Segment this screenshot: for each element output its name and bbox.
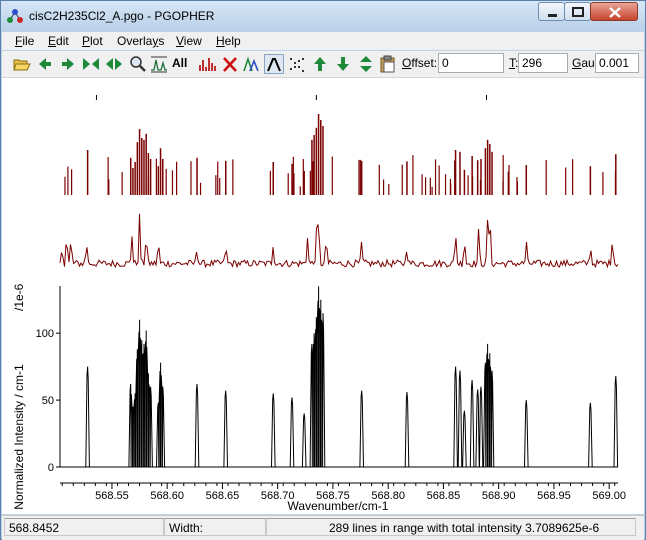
cursor-position-readout: 568.8452 xyxy=(4,518,164,536)
x-axis-label: Wavenumber/cm-1 xyxy=(288,499,389,513)
autoscale-icon xyxy=(151,56,167,73)
x-tick-label: 568.90 xyxy=(482,490,516,502)
clipboard-icon xyxy=(380,55,395,73)
y-tick-label: 100 xyxy=(36,328,54,340)
move-down-button[interactable] xyxy=(333,54,353,74)
folder-open-icon xyxy=(13,59,31,71)
dotted-scatter-icon xyxy=(290,58,304,72)
temperature-label: T: xyxy=(509,56,519,70)
spectrum-plot[interactable]: 050100568.55 568.60 568.65 568.70 568.75 568.… xyxy=(2,78,644,514)
arrow-down-icon xyxy=(337,57,349,71)
zoom-out-horizontal-button[interactable] xyxy=(104,54,124,74)
move-up-button[interactable] xyxy=(310,54,330,74)
y-axis-label: Normalized Intensity / cm-1 xyxy=(12,364,26,510)
x-tick-label: 568.55 xyxy=(95,490,129,502)
menu-file[interactable]: File xyxy=(15,34,34,48)
minimize-button[interactable] xyxy=(538,2,565,21)
temperature-field[interactable] xyxy=(518,53,568,73)
x-tick-label: 568.65 xyxy=(206,490,240,502)
minimize-icon xyxy=(548,14,557,17)
multi-profile-button[interactable] xyxy=(242,54,262,74)
experimental-trace xyxy=(59,213,619,269)
close-icon xyxy=(609,7,621,18)
arrow-right-icon xyxy=(62,58,74,70)
maximize-button[interactable] xyxy=(564,2,591,21)
arrows-outward-icon xyxy=(106,58,122,70)
shift-left-button[interactable] xyxy=(35,54,55,74)
main-trace xyxy=(60,286,619,468)
axes: 050100568.55 568.60 568.65 568.70 568.75 568.… xyxy=(36,286,626,502)
y-multiplier-label: /1e-6 xyxy=(12,283,26,311)
marker-group xyxy=(95,95,488,100)
simulated-stick-spectrum xyxy=(64,114,617,195)
stick-spectrum-icon xyxy=(199,58,216,71)
arrow-left-icon xyxy=(39,58,51,70)
window-title: cisC2H235Cl2_A.pgo - PGOPHER xyxy=(29,9,215,23)
shift-right-button[interactable] xyxy=(58,54,78,74)
paste-button[interactable] xyxy=(378,54,398,74)
experimental-spectrum xyxy=(59,213,619,269)
gaussian-width-field[interactable] xyxy=(595,53,639,73)
main-spectrum xyxy=(60,286,619,468)
x-tick-label: 568.60 xyxy=(150,490,184,502)
multi-peak-icon xyxy=(243,56,259,72)
magnifier-icon xyxy=(130,56,146,72)
show-all-button[interactable]: All xyxy=(172,56,187,70)
scatter-button[interactable] xyxy=(287,54,307,74)
title-bar[interactable]: cisC2H235Cl2_A.pgo - PGOPHER xyxy=(1,1,645,31)
red-cross-icon xyxy=(223,57,237,72)
maximize-icon xyxy=(572,7,584,17)
y-tick-label: 0 xyxy=(48,462,54,474)
pgopher-app-icon xyxy=(7,9,23,23)
expand-vertical-button[interactable] xyxy=(356,54,376,74)
stick-spectrum-button[interactable] xyxy=(197,54,217,74)
x-tick-label: 569.00 xyxy=(592,490,626,502)
menu-bar: File Edit Plot Overlays View Help xyxy=(2,32,644,50)
open-file-button[interactable] xyxy=(12,54,32,74)
offset-label: Offset: xyxy=(402,56,438,70)
y-tick-label: 50 xyxy=(42,395,54,407)
close-button[interactable] xyxy=(590,2,638,21)
arrows-inward-icon xyxy=(83,58,99,70)
menu-view[interactable]: View xyxy=(176,34,202,48)
status-message: 289 lines in range with total intensity … xyxy=(266,518,636,536)
menu-help[interactable]: Help xyxy=(216,34,241,48)
clear-overlays-button[interactable] xyxy=(220,54,240,74)
zoom-button[interactable] xyxy=(128,54,148,74)
menu-edit[interactable]: Edit xyxy=(48,34,69,48)
arrow-up-icon xyxy=(314,57,326,71)
line-profile-toggle[interactable] xyxy=(264,54,284,74)
plot-area[interactable]: 0 50 100 568.55 568.60 568.65 568.70 568.75 568.… xyxy=(2,78,644,514)
peak-profile-icon xyxy=(267,58,281,72)
x-tick-label: 568.95 xyxy=(537,490,571,502)
autoscale-button[interactable] xyxy=(149,54,169,74)
zoom-in-horizontal-button[interactable] xyxy=(81,54,101,74)
width-readout: Width: xyxy=(164,518,266,536)
arrow-up-down-icon xyxy=(360,56,372,72)
menu-plot[interactable]: Plot xyxy=(82,34,103,48)
menu-overlays[interactable]: Overlays xyxy=(117,34,164,48)
app-window: cisC2H235Cl2_A.pgo - PGOPHER File Edit P… xyxy=(0,0,646,540)
toolbar: All Offset: 0 T: 296 Gau: 0.001 xyxy=(2,51,644,78)
x-tick-label: 568.85 xyxy=(427,490,461,502)
status-bar: 568.8452 Width: 289 lines in range with … xyxy=(2,515,644,540)
offset-field[interactable] xyxy=(438,53,504,73)
